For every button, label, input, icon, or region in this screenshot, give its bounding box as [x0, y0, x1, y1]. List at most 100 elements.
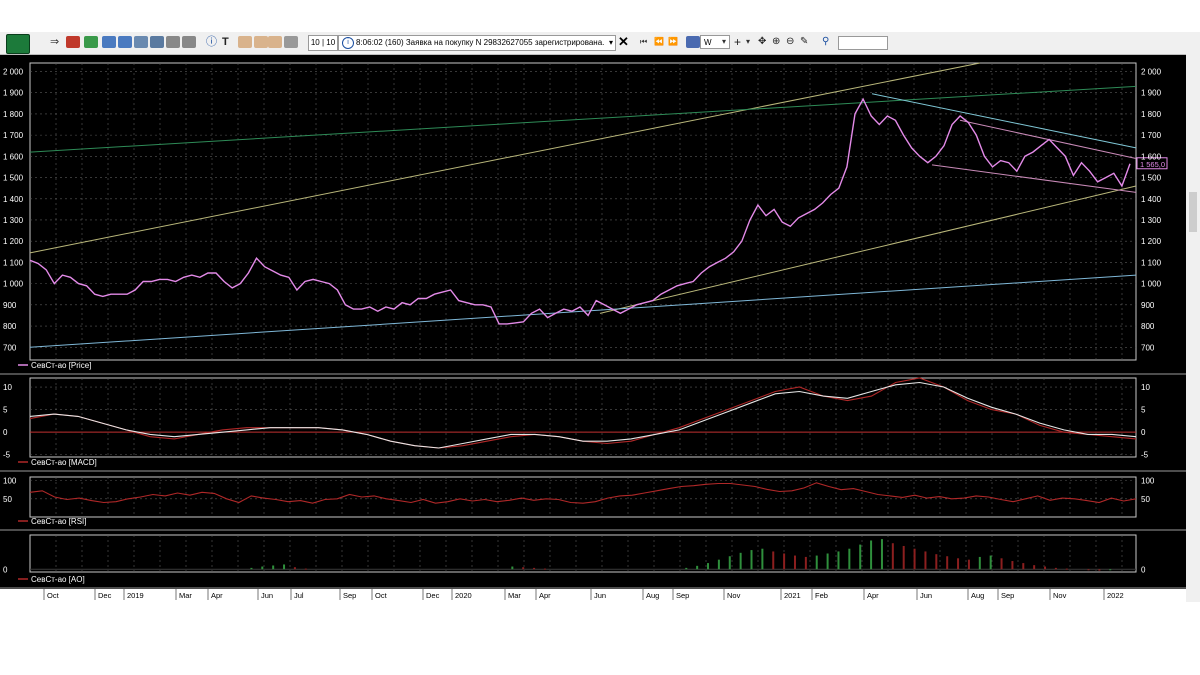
- window-icon-5[interactable]: [150, 36, 164, 48]
- x-tick-label: 2019: [127, 591, 144, 600]
- panel-frame: [29, 534, 1137, 573]
- chevron-down-icon[interactable]: ▾: [609, 36, 613, 50]
- window-icon-7[interactable]: [182, 36, 196, 48]
- info-icon[interactable]: ⓘ: [206, 36, 220, 48]
- search-input[interactable]: [838, 36, 888, 50]
- ao-bar: [848, 548, 851, 570]
- scrollbar-thumb[interactable]: [1189, 192, 1197, 232]
- ao-bar: [935, 554, 938, 570]
- y-tick-label: 1 900: [1141, 89, 1162, 98]
- y-tick-label: 1 500: [1141, 174, 1162, 183]
- hand-icon-2[interactable]: [254, 36, 268, 48]
- clipboard-icon[interactable]: [284, 36, 298, 48]
- ao-bar: [793, 555, 796, 570]
- y-tick-label: 5: [1141, 406, 1146, 415]
- next-page-icon[interactable]: ⏩: [668, 36, 682, 48]
- prev-page-icon[interactable]: ⏪: [654, 36, 668, 48]
- ao-bar: [1054, 567, 1057, 570]
- legend-label: СевСт-ао [AO]: [31, 575, 85, 584]
- chart-area: 1 565,0 700 700 800 800 900 900 1 000 1 000 1 10…: [0, 55, 1186, 600]
- x-tick-label: Sep: [1001, 591, 1014, 600]
- ao-bar: [293, 567, 296, 570]
- ao-bar: [967, 559, 970, 570]
- x-tick-label: Mar: [179, 591, 192, 600]
- y-tick-label-left: 1 500: [3, 174, 24, 183]
- close-icon[interactable]: ✕: [618, 35, 632, 48]
- y-tick-label-left: 1 900: [3, 89, 24, 98]
- bar-chart-icon[interactable]: [686, 36, 700, 48]
- x-tick-label: Apr: [867, 591, 879, 600]
- ao-bar: [891, 543, 894, 570]
- trend-line-blue: [29, 274, 1137, 348]
- ao-bar: [739, 552, 742, 570]
- hand-icon-1[interactable]: [238, 36, 252, 48]
- ao-bar: [989, 555, 992, 570]
- pencil-icon[interactable]: ✎: [800, 36, 814, 48]
- y-tick-label: 1 100: [1141, 258, 1162, 267]
- search-icon[interactable]: ⚲: [822, 36, 836, 48]
- first-page-icon[interactable]: ⏮: [640, 36, 654, 48]
- y-tick-label-left: 1 200: [3, 237, 24, 246]
- trend-line-support: [931, 164, 1137, 193]
- arrow-right-icon[interactable]: ⇒: [50, 36, 64, 48]
- legend-label: СевСт-ао [RSI]: [31, 517, 86, 526]
- x-tick-label: Aug: [646, 591, 659, 600]
- ao-bar: [924, 551, 927, 570]
- y-tick-label-left: 100: [3, 477, 17, 486]
- y-tick-label: 1 400: [1141, 195, 1162, 204]
- ao-bar: [272, 565, 275, 570]
- y-tick-label-left: 900: [3, 301, 17, 310]
- ao-bar: [304, 568, 307, 570]
- window-icon-6[interactable]: [166, 36, 180, 48]
- x-tick-label: Oct: [47, 591, 60, 600]
- ao-bar: [750, 550, 753, 570]
- window-icon-3[interactable]: [118, 36, 132, 48]
- x-tick-label: Nov: [727, 591, 741, 600]
- legend-label: СевСт-ао [Price]: [31, 361, 91, 370]
- ao-bar: [913, 548, 916, 570]
- y-tick-label: 1 200: [1141, 237, 1162, 246]
- move-icon[interactable]: ✥: [758, 36, 772, 48]
- window-icon-4[interactable]: [134, 36, 148, 48]
- ao-bar: [717, 559, 720, 570]
- y-tick-label-left: 700: [3, 343, 17, 352]
- x-tick-label: Jul: [294, 591, 304, 600]
- x-tick-label: 2022: [1107, 591, 1124, 600]
- message-time: 8:06:02: [356, 38, 383, 47]
- y-tick-label-left: 1 100: [3, 258, 24, 267]
- rsi-line: [29, 482, 1137, 504]
- ao-bar: [511, 566, 514, 570]
- hand-icon-3[interactable]: [268, 36, 282, 48]
- window-icon-2[interactable]: [102, 36, 116, 48]
- y-tick-label: -5: [1141, 451, 1149, 460]
- panel-frame: [29, 62, 1137, 361]
- ao-bar: [1087, 569, 1090, 571]
- ao-bar: [1065, 568, 1068, 570]
- ao-bar: [1098, 569, 1101, 571]
- zoom-in-icon[interactable]: ⊕: [772, 36, 786, 48]
- x-tick-label: Jun: [261, 591, 273, 600]
- y-tick-label-left: 0: [3, 428, 8, 437]
- y-tick-label: 1 800: [1141, 110, 1162, 119]
- y-tick-label-left: 2 000: [3, 67, 24, 76]
- ao-bar: [1022, 563, 1025, 570]
- cross-icon[interactable]: [66, 36, 80, 48]
- pager[interactable]: 10 | 10: [308, 35, 338, 51]
- y-tick-label: 100: [1141, 477, 1155, 486]
- zoom-out-icon[interactable]: ⊖: [786, 36, 800, 48]
- x-tick-label: Jun: [594, 591, 606, 600]
- ao-bar: [978, 556, 981, 570]
- ao-bar: [783, 553, 786, 570]
- app-logo-icon: [6, 34, 30, 54]
- info-icon: i: [342, 37, 354, 49]
- ao-bar: [772, 551, 775, 570]
- vertical-scrollbar[interactable]: [1186, 32, 1200, 602]
- window-icon-1[interactable]: [84, 36, 98, 48]
- trend-line-lower-channel: [599, 185, 1137, 314]
- ao-bar: [707, 563, 710, 570]
- y-tick-label: 900: [1141, 301, 1155, 310]
- message-box[interactable]: i 8:06:02 (160) Заявка на покупку N 29832…: [338, 35, 616, 51]
- text-tool-icon[interactable]: T: [222, 36, 236, 48]
- toolbar: ⇒ ⓘ T 10 | 10 i 8:06:02 (160) Заявка на п…: [0, 32, 1186, 55]
- x-tick-label: Mar: [508, 591, 521, 600]
